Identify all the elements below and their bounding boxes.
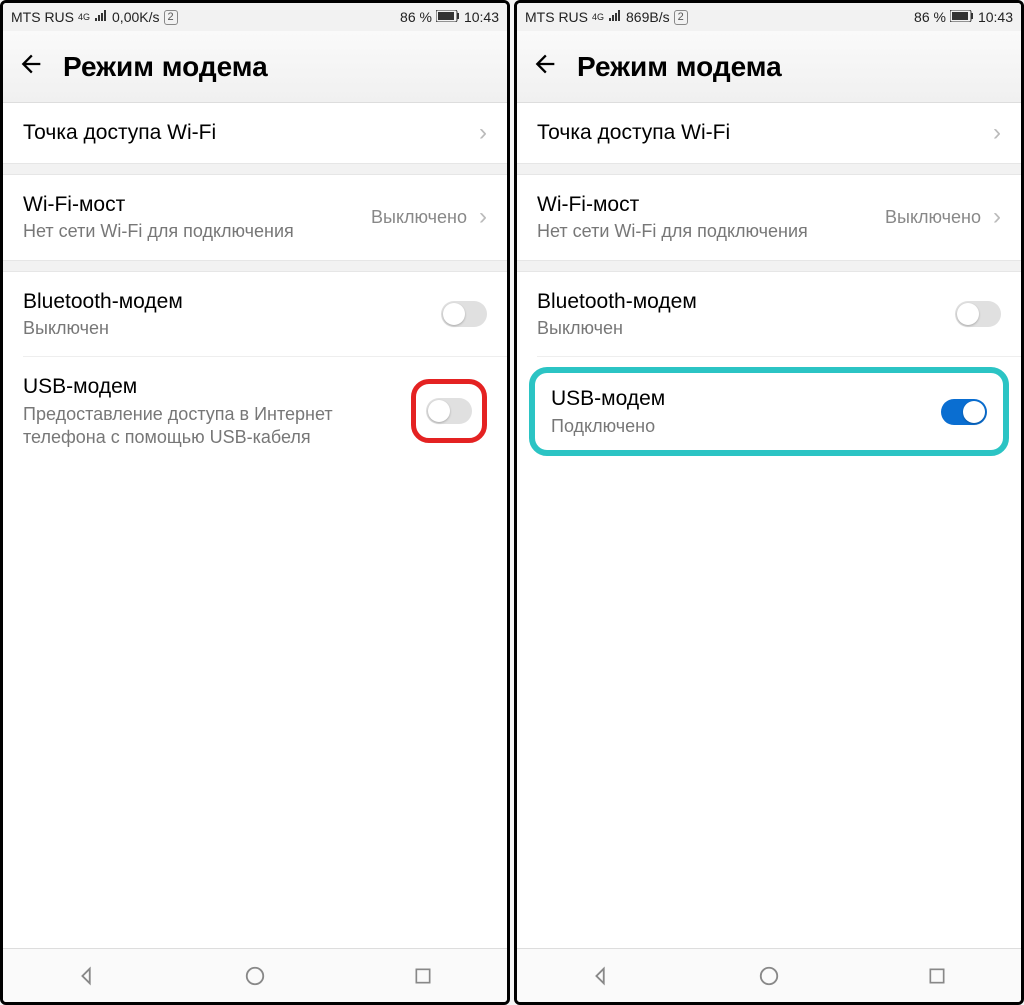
- separator: [517, 260, 1021, 272]
- row-title: Bluetooth-модем: [23, 288, 429, 315]
- nav-home-icon[interactable]: [756, 963, 782, 989]
- row-title: USB-модем: [551, 385, 929, 412]
- row-wifi-ap[interactable]: Точка доступа Wi-Fi ›: [517, 103, 1021, 163]
- clock: 10:43: [978, 9, 1013, 25]
- header: Режим модема: [517, 31, 1021, 103]
- signal-icon: [608, 9, 622, 25]
- page-title: Режим модема: [63, 51, 268, 83]
- row-title: Wi-Fi-мост: [537, 191, 873, 218]
- row-subtitle: Подключено: [551, 415, 929, 438]
- back-icon[interactable]: [17, 50, 45, 84]
- row-title: USB-модем: [23, 373, 399, 400]
- row-wifi-ap[interactable]: Точка доступа Wi-Fi ›: [3, 103, 507, 163]
- row-title: Bluetooth-модем: [537, 288, 943, 315]
- row-bluetooth-modem[interactable]: Bluetooth-модем Выключен: [517, 272, 1021, 357]
- nav-back-icon[interactable]: [588, 963, 614, 989]
- row-subtitle: Предоставление доступа в Интернет телефо…: [23, 403, 399, 450]
- row-subtitle: Нет сети Wi-Fi для подключения: [537, 220, 873, 243]
- sim-badge: 2: [164, 10, 178, 25]
- net-speed: 0,00K/s: [112, 9, 159, 25]
- bluetooth-toggle[interactable]: [955, 301, 1001, 327]
- settings-list: Точка доступа Wi-Fi › Wi-Fi-мост Нет сет…: [517, 103, 1021, 948]
- status-bar: MTS RUS 4G 0,00K/s 2 86 % 10:43: [3, 3, 507, 31]
- page-title: Режим модема: [577, 51, 782, 83]
- sim-badge: 2: [674, 10, 688, 25]
- highlight-red: [411, 379, 487, 443]
- network-mode: 4G: [78, 13, 90, 21]
- chevron-right-icon: ›: [993, 203, 1001, 231]
- usb-toggle[interactable]: [941, 399, 987, 425]
- separator: [517, 163, 1021, 175]
- nav-bar: [517, 948, 1021, 1002]
- phone-right: MTS RUS 4G 869B/s 2 86 % 10:43 Режим мод…: [514, 0, 1024, 1005]
- row-wifi-bridge[interactable]: Wi-Fi-мост Нет сети Wi-Fi для подключени…: [517, 175, 1021, 260]
- row-wifi-bridge[interactable]: Wi-Fi-мост Нет сети Wi-Fi для подключени…: [3, 175, 507, 260]
- row-title: Точка доступа Wi-Fi: [23, 119, 467, 146]
- nav-bar: [3, 948, 507, 1002]
- battery-percent: 86 %: [914, 9, 946, 25]
- battery-icon: [436, 9, 460, 25]
- row-title: Точка доступа Wi-Fi: [537, 119, 981, 146]
- row-value: Выключено: [371, 207, 467, 228]
- row-value: Выключено: [885, 207, 981, 228]
- network-mode: 4G: [592, 13, 604, 21]
- status-bar: MTS RUS 4G 869B/s 2 86 % 10:43: [517, 3, 1021, 31]
- carrier-label: MTS RUS: [525, 9, 588, 25]
- row-bluetooth-modem[interactable]: Bluetooth-модем Выключен: [3, 272, 507, 357]
- chevron-right-icon: ›: [479, 119, 487, 147]
- row-usb-modem[interactable]: USB-модем Подключено: [529, 367, 1009, 456]
- net-speed: 869B/s: [626, 9, 670, 25]
- nav-recent-icon[interactable]: [924, 963, 950, 989]
- usb-toggle[interactable]: [426, 398, 472, 424]
- nav-recent-icon[interactable]: [410, 963, 436, 989]
- signal-icon: [94, 9, 108, 25]
- row-subtitle: Нет сети Wi-Fi для подключения: [23, 220, 359, 243]
- separator: [3, 163, 507, 175]
- battery-icon: [950, 9, 974, 25]
- back-icon[interactable]: [531, 50, 559, 84]
- nav-home-icon[interactable]: [242, 963, 268, 989]
- separator: [3, 260, 507, 272]
- settings-list: Точка доступа Wi-Fi › Wi-Fi-мост Нет сет…: [3, 103, 507, 948]
- row-subtitle: Выключен: [537, 317, 943, 340]
- chevron-right-icon: ›: [479, 203, 487, 231]
- row-title: Wi-Fi-мост: [23, 191, 359, 218]
- battery-percent: 86 %: [400, 9, 432, 25]
- nav-back-icon[interactable]: [74, 963, 100, 989]
- clock: 10:43: [464, 9, 499, 25]
- row-usb-modem[interactable]: USB-модем Предоставление доступа в Интер…: [3, 357, 507, 465]
- chevron-right-icon: ›: [993, 119, 1001, 147]
- bluetooth-toggle[interactable]: [441, 301, 487, 327]
- carrier-label: MTS RUS: [11, 9, 74, 25]
- phone-left: MTS RUS 4G 0,00K/s 2 86 % 10:43 Режим мо…: [0, 0, 510, 1005]
- row-subtitle: Выключен: [23, 317, 429, 340]
- header: Режим модема: [3, 31, 507, 103]
